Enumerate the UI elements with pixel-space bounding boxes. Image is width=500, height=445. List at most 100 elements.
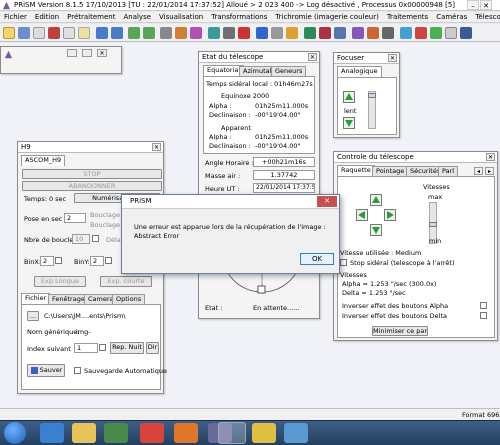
focus-speed-slider[interactable] [368,91,376,129]
tab-ascom-h9[interactable]: ASCOM_H9 [21,155,66,166]
check-icon[interactable] [430,27,442,39]
sauver-button[interactable]: Sauver [27,364,65,377]
stop-icon[interactable] [238,27,250,39]
menu-fichier[interactable]: Fichier [0,12,31,21]
exp-longue-button[interactable]: Exp Longue [34,276,86,287]
pose-input[interactable]: 2 [64,213,86,223]
tab-equatorial[interactable]: Equatorial [203,65,245,76]
south-button[interactable] [370,224,382,236]
grid-icon[interactable] [208,27,220,39]
copy-icon[interactable] [63,27,75,39]
close-icon[interactable]: ✕ [486,153,495,161]
slider-thumb[interactable] [368,93,376,98]
help-icon[interactable] [460,27,472,39]
minimize-button[interactable]: – [467,0,479,10]
tab-fichier[interactable]: Fichier [21,293,51,304]
biny-spin[interactable] [105,257,112,264]
ok-button[interactable]: OK [300,253,334,265]
paint-icon[interactable] [252,423,276,443]
start-button[interactable] [4,422,26,444]
menu-cameras[interactable]: Caméras [432,12,471,21]
window-icon[interactable] [445,27,457,39]
prism-taskbar-icon[interactable] [218,422,246,444]
close-icon[interactable]: ✕ [152,143,161,151]
paste-icon[interactable] [78,27,90,39]
print-icon[interactable] [33,27,45,39]
close-window-button[interactable]: ✕ [480,0,492,10]
weather-icon[interactable] [367,27,379,39]
tab-raquette[interactable]: Raquette [337,165,375,176]
tab-fenetrage[interactable]: Fenêtrage [48,294,89,304]
abandonner-button[interactable]: ABANDONNER [22,181,162,191]
telescope-icon[interactable] [256,27,268,39]
menu-traitements[interactable]: Traitements [383,12,432,21]
alert-icon[interactable] [415,27,427,39]
exp-courte-button[interactable]: Exp. courte [100,276,152,287]
tab-azimutal[interactable]: Azimutal [239,66,276,76]
tab-pointage[interactable]: Pointage [372,166,409,176]
dir-button[interactable]: Dir [146,342,159,354]
restore-button[interactable] [67,49,77,57]
tab-geneurs[interactable]: Geneurs [271,66,307,76]
word-icon[interactable] [284,423,308,443]
menu-telescope[interactable]: Télescope/observatoire [471,12,500,21]
close-icon[interactable]: ✕ [97,49,107,57]
biny-input[interactable]: 2 [90,256,104,266]
tab-parl[interactable]: Parl [438,166,459,176]
contrast-icon[interactable] [223,27,235,39]
firefox-icon[interactable] [174,423,198,443]
info-icon[interactable] [400,27,412,39]
zoom-in-icon[interactable] [128,27,140,39]
slider-thumb[interactable] [429,222,437,227]
redo-icon[interactable] [111,27,123,39]
menu-edition[interactable]: Edition [31,12,63,21]
binx-spin[interactable] [55,257,62,264]
minimized-window[interactable]: ✕ [0,46,122,74]
record-icon[interactable] [319,27,331,39]
focus-icon[interactable] [271,27,283,39]
menu-analyse[interactable]: Analyse [119,12,155,21]
menu-pretraitement[interactable]: Prétraitement [63,12,119,21]
tab-options[interactable]: Options [112,294,146,304]
nom-generique-value[interactable]: img- [76,328,91,336]
maximize-button[interactable] [82,49,92,57]
boucles-input[interactable]: 10 [72,234,90,244]
star-icon[interactable] [286,27,298,39]
open-folder-icon[interactable] [3,27,15,39]
tab-scroll-right-icon[interactable]: ▸ [485,167,494,175]
save-icon[interactable] [18,27,30,39]
filter-icon[interactable] [352,27,364,39]
camera-icon[interactable] [160,27,172,39]
menu-trichromie[interactable]: Trichromie (imagerie couleur) [271,12,382,21]
histogram-icon[interactable] [175,27,187,39]
cut-icon[interactable] [48,27,60,39]
binx-input[interactable]: 2 [40,256,54,266]
play-icon[interactable] [304,27,316,39]
close-icon[interactable]: ✕ [388,54,397,62]
explorer-folder-icon[interactable] [72,423,96,443]
monitor-icon[interactable] [334,27,346,39]
settings-icon[interactable] [382,27,394,39]
rep-nuit-button[interactable]: Rep. Nuit [110,342,144,354]
chrome-icon[interactable] [140,423,164,443]
inverser-delta-checkbox[interactable] [480,312,487,319]
north-button[interactable] [370,194,382,206]
sauvegarde-auto-checkbox[interactable] [74,367,81,374]
index-spin[interactable] [99,344,106,351]
close-icon[interactable]: ✕ [308,53,317,61]
tab-scroll-left-icon[interactable]: ◂ [474,167,483,175]
color-icon[interactable] [190,27,202,39]
inverser-alpha-checkbox[interactable] [480,302,487,309]
east-button[interactable] [356,209,368,221]
minimiser-button[interactable]: Minimiser ce panel [372,326,428,336]
focus-up-button[interactable] [343,91,355,103]
undo-icon[interactable] [96,27,108,39]
media-player-icon[interactable] [104,423,128,443]
stop-sideral-checkbox[interactable] [340,259,347,266]
zoom-out-icon[interactable] [143,27,155,39]
boucles-spin[interactable] [92,235,99,242]
close-icon[interactable]: ✕ [317,196,337,207]
menu-visualisation[interactable]: Visualisation [155,12,207,21]
menu-transformations[interactable]: Transformations [207,12,271,21]
stop-button[interactable]: STOP [22,169,162,179]
